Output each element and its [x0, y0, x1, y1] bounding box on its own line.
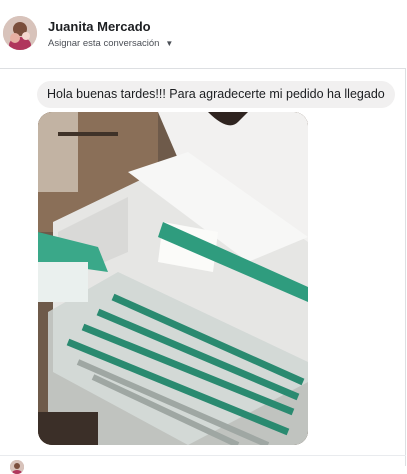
contact-avatar[interactable]	[3, 16, 37, 50]
message-bubble[interactable]: Hola buenas tardes!!! Para agradecerte m…	[37, 81, 395, 108]
divider	[0, 455, 406, 456]
footer-avatar	[10, 460, 24, 474]
assign-conversation-button[interactable]: Asignar esta conversación ▼	[48, 38, 173, 49]
contact-name[interactable]: Juanita Mercado	[48, 19, 151, 34]
conversation-header: Juanita Mercado Asignar esta conversació…	[0, 0, 406, 69]
photo-illustration	[38, 112, 308, 445]
message-photo[interactable]	[38, 112, 308, 445]
chevron-down-icon: ▼	[165, 39, 174, 48]
assign-label: Asignar esta conversación	[48, 38, 160, 49]
